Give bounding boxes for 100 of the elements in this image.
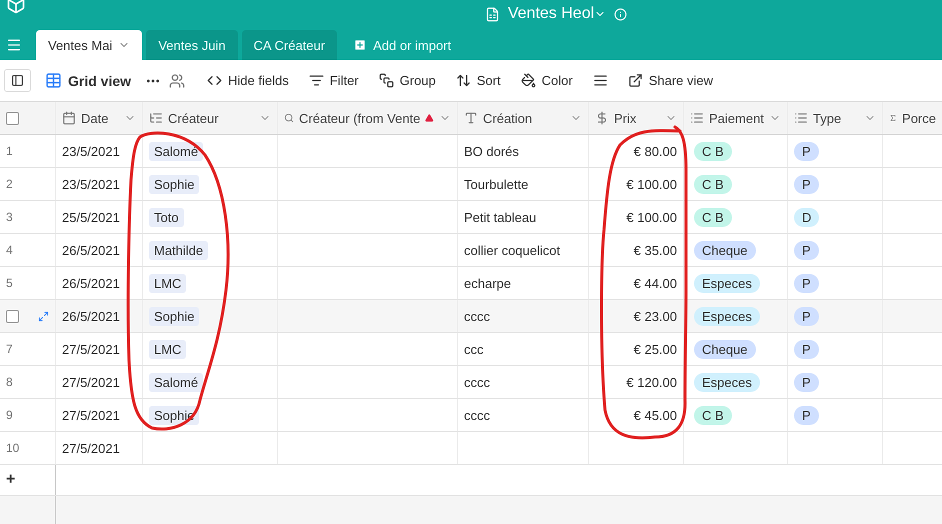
select-tag: P xyxy=(794,406,819,424)
table-cell: 26/5/2021 xyxy=(62,242,120,258)
column-header[interactable]: Création xyxy=(458,102,589,134)
select-tag: Cheque xyxy=(694,340,756,358)
sort-icon xyxy=(456,73,471,88)
column-header[interactable]: Prix xyxy=(589,102,684,134)
select-tag: Especes xyxy=(694,306,760,326)
table-cell: cccc xyxy=(464,408,490,422)
column-header[interactable]: Créateur xyxy=(143,102,278,134)
select-tag: P xyxy=(794,306,819,326)
table-cell: € 80.00 xyxy=(634,144,677,158)
sidebar-toggle-button[interactable] xyxy=(4,69,31,92)
toolbar-button[interactable]: Hide fields xyxy=(201,69,295,92)
table-cell: collier coquelicot xyxy=(464,242,560,258)
table-cell: cccc xyxy=(464,308,490,324)
table-tab[interactable]: Ventes Juin xyxy=(146,30,238,60)
table-cell: 27/5/2021 xyxy=(62,440,120,456)
select-tag: P xyxy=(794,142,819,160)
table-cell: 26/5/2021 xyxy=(62,308,120,324)
linked-record-chip[interactable]: Mathilde xyxy=(149,240,208,260)
table-cell: 27/5/2021 xyxy=(62,408,120,422)
toolbar-button[interactable]: Color xyxy=(514,69,579,92)
table-cell: ccc xyxy=(464,342,484,356)
logo-icon[interactable] xyxy=(6,0,26,14)
table-cell: € 120.00 xyxy=(626,374,677,390)
linked-record-chip[interactable]: Sophie xyxy=(149,306,200,326)
column-header[interactable]: Paiement xyxy=(684,102,788,134)
column-header[interactable]: Créateur (from Vente xyxy=(278,102,458,134)
toolbar-button[interactable]: Share view xyxy=(622,69,719,92)
table-cell: € 100.00 xyxy=(626,176,677,192)
column-header[interactable]: Porce xyxy=(883,102,942,134)
table-cell: echarpe xyxy=(464,276,511,290)
toolbar-button[interactable]: Sort xyxy=(450,69,507,92)
linked-record-chip[interactable]: Sophie xyxy=(149,174,200,194)
row-number: 9 xyxy=(6,408,13,422)
row-number: 1 xyxy=(6,144,13,158)
add-row-button[interactable]: + xyxy=(6,471,16,489)
row-checkbox[interactable] xyxy=(6,310,19,322)
table-cell: cccc xyxy=(464,374,490,390)
table-cell: 23/5/2021 xyxy=(62,144,120,158)
select-tag: P xyxy=(794,340,819,358)
row-number: 4 xyxy=(6,243,13,257)
table-cell: € 35.00 xyxy=(634,242,677,258)
table-cell: 27/5/2021 xyxy=(62,342,120,356)
table-icon xyxy=(484,6,500,22)
table-cell: 23/5/2021 xyxy=(62,176,120,192)
select-tag: P xyxy=(794,174,819,194)
menu-icon[interactable] xyxy=(6,37,22,53)
select-tag: C B xyxy=(694,142,732,160)
row-number: 2 xyxy=(6,177,13,191)
table-cell: € 100.00 xyxy=(626,210,677,224)
table-cell: BO dorés xyxy=(464,144,519,158)
people-icon[interactable] xyxy=(169,72,186,88)
row-number: 7 xyxy=(6,342,13,356)
group-icon xyxy=(378,73,394,88)
select-tag: C B xyxy=(694,406,732,424)
select-tag: P xyxy=(794,372,819,392)
table-cell: 27/5/2021 xyxy=(62,374,120,390)
sidebar-icon xyxy=(11,74,24,87)
select-tag: Especes xyxy=(694,274,760,292)
toolbar-button[interactable]: Group xyxy=(372,69,442,92)
linked-record-chip[interactable]: Salomé xyxy=(149,142,204,160)
column-header[interactable]: Date xyxy=(56,102,143,134)
select-tag: P xyxy=(794,240,819,260)
table-cell: € 25.00 xyxy=(634,342,677,356)
table-cell: Tourbulette xyxy=(464,176,528,192)
table-cell: € 23.00 xyxy=(634,308,677,324)
field-type-icon xyxy=(595,111,609,125)
field-type-icon xyxy=(690,111,704,125)
field-type-icon xyxy=(62,111,76,125)
hide-icon xyxy=(207,73,222,88)
table-cell: 25/5/2021 xyxy=(62,210,120,224)
row-number: 10 xyxy=(6,441,20,455)
plus-icon xyxy=(353,38,368,52)
field-type-icon xyxy=(284,111,294,125)
info-icon[interactable] xyxy=(614,8,628,20)
view-switcher[interactable]: Grid view xyxy=(39,68,138,93)
field-type-icon xyxy=(794,111,808,125)
table-tab[interactable]: CA Créateur xyxy=(242,30,338,60)
table-cell: 26/5/2021 xyxy=(62,276,120,290)
field-type-icon xyxy=(464,111,478,125)
linked-record-chip[interactable]: LMC xyxy=(149,340,186,358)
height-icon xyxy=(592,73,608,88)
table-tab[interactable]: Ventes Mai xyxy=(36,30,142,60)
table-cell: Petit tableau xyxy=(464,210,536,224)
column-header[interactable]: Type xyxy=(788,102,883,134)
share-icon xyxy=(628,73,643,88)
expand-icon[interactable] xyxy=(38,310,49,322)
select-tag: C B xyxy=(694,174,732,194)
filter-icon xyxy=(308,73,324,88)
linked-record-chip[interactable]: LMC xyxy=(149,274,186,292)
table-cell: € 45.00 xyxy=(634,408,677,422)
select-all-checkbox[interactable] xyxy=(6,112,19,124)
linked-record-chip[interactable]: Toto xyxy=(149,208,184,226)
row-number: 3 xyxy=(6,210,13,224)
select-tag: P xyxy=(794,274,819,292)
row-number: 8 xyxy=(6,375,13,389)
linked-record-chip[interactable]: Salomé xyxy=(149,372,204,392)
select-tag: Cheque xyxy=(694,240,756,260)
toolbar-button[interactable]: Filter xyxy=(302,69,365,92)
